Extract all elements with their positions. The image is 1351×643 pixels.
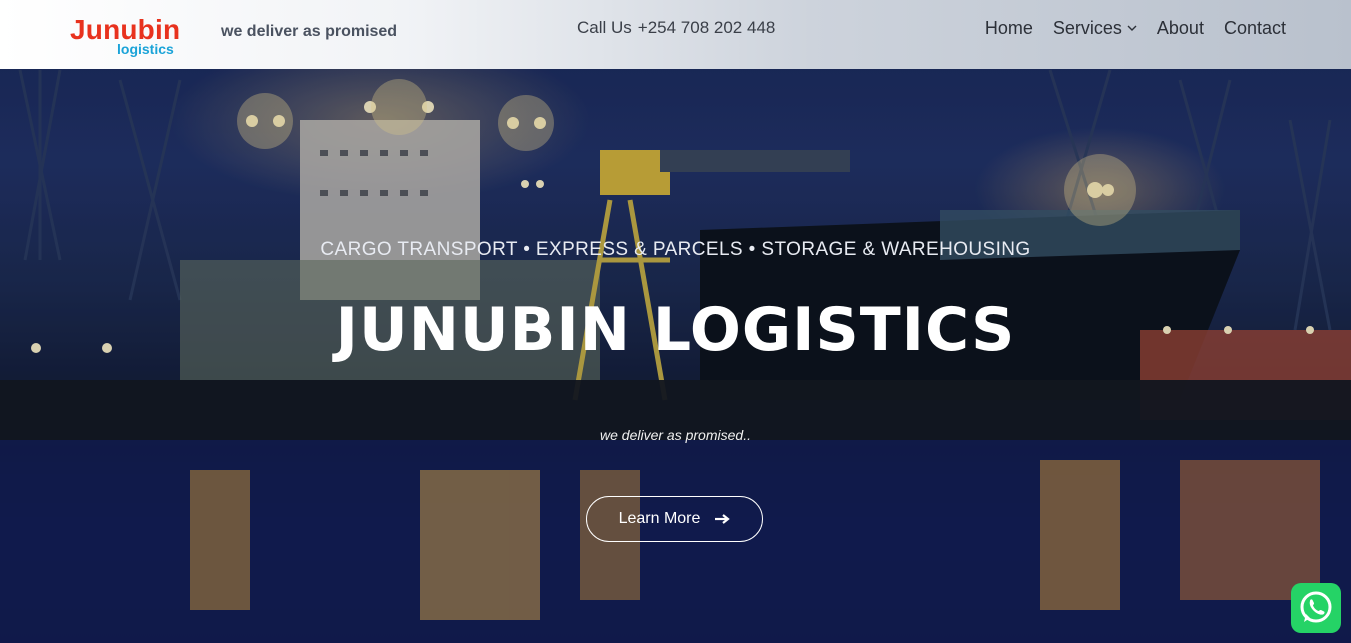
header-phone: Call Us +254 708 202 448 — [577, 18, 775, 38]
logo-subtitle: logistics — [117, 41, 174, 57]
arrow-right-icon — [715, 514, 731, 524]
call-us-label: Call Us — [577, 18, 632, 37]
nav-services-label: Services — [1052, 18, 1122, 38]
learn-more-label: Learn More — [618, 510, 701, 527]
nav-contact-label: Contact — [1223, 18, 1286, 38]
header-tagline: we deliver as promised — [221, 23, 398, 40]
main-nav: Home Services About Contact — [985, 17, 1286, 39]
nav-home[interactable]: Home — [985, 17, 1033, 39]
whatsapp-icon — [1300, 591, 1332, 623]
phone-number[interactable]: +254 708 202 448 — [638, 18, 776, 37]
nav-contact[interactable]: Contact — [1224, 17, 1286, 39]
learn-more-button[interactable]: Learn More — [586, 496, 763, 542]
hero-services-line: CARGO TRANSPORT • EXPRESS & PARCELS • ST… — [320, 239, 1031, 260]
site-header: Junubin logistics we deliver as promised… — [0, 0, 1351, 69]
site-logo[interactable]: Junubin logistics — [70, 14, 190, 60]
whatsapp-chat-button[interactable] — [1291, 583, 1341, 633]
hero-tagline: we deliver as promised.. — [600, 427, 751, 443]
chevron-down-icon — [1127, 25, 1137, 31]
nav-services[interactable]: Services — [1053, 17, 1137, 39]
nav-about-label: About — [1156, 18, 1204, 38]
nav-about[interactable]: About — [1157, 17, 1204, 39]
nav-home-label: Home — [984, 18, 1033, 38]
hero-title: JUNUBIN LOGISTICS — [335, 295, 1016, 365]
